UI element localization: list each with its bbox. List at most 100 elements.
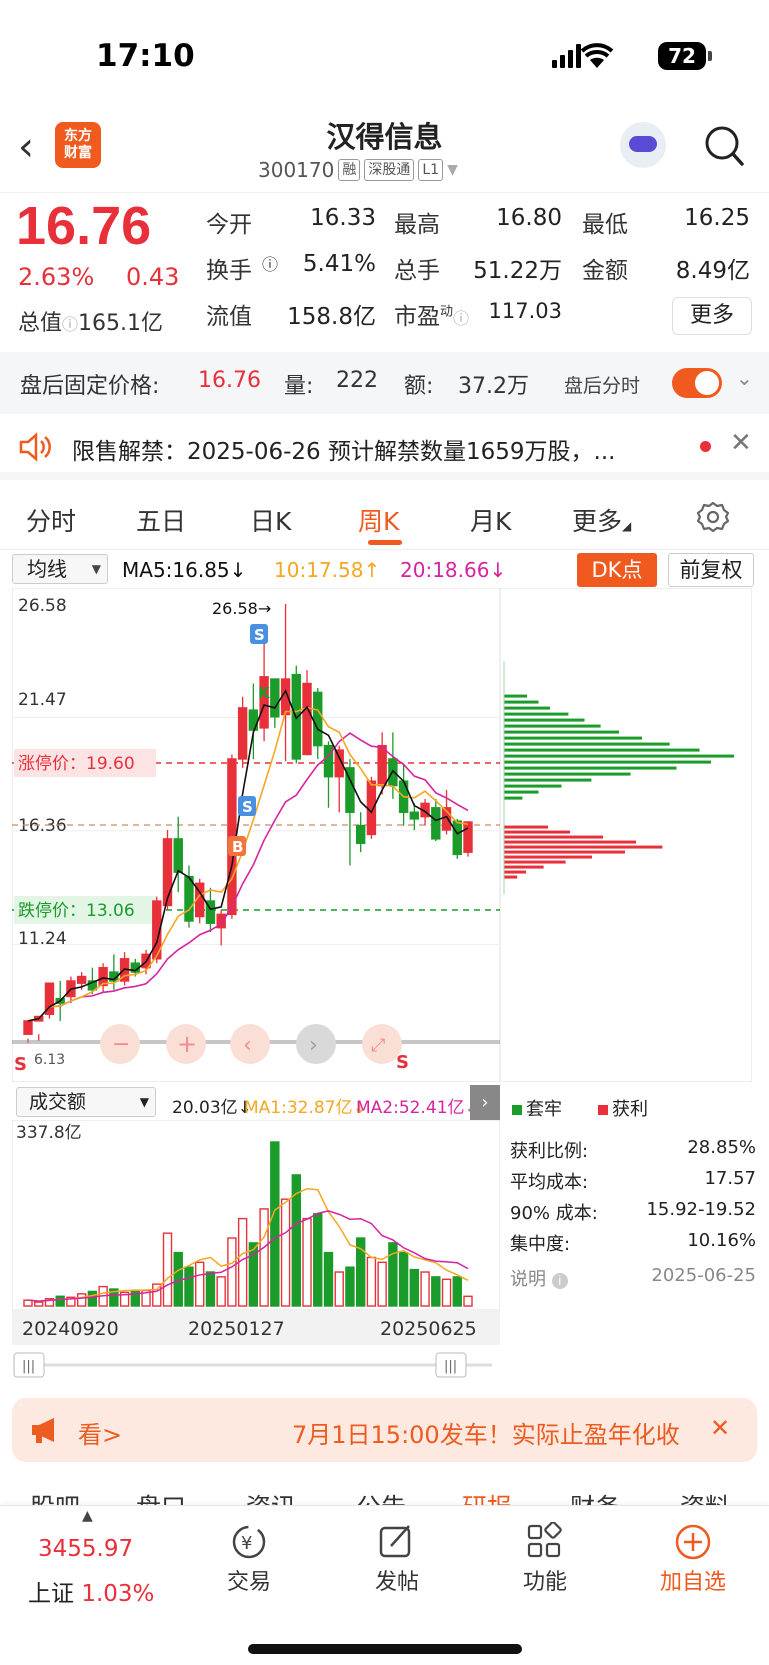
kline-chart[interactable]: 26.58 21.47 16.36 11.24 涨停价：19.60 跌停价：13… <box>12 588 752 1082</box>
volume-bar <box>334 1271 344 1307</box>
notice-bar[interactable]: 限售解禁：2025-06-26 预计解禁数量1659万股，... ✕ <box>0 414 769 480</box>
unread-dot <box>700 441 711 452</box>
plus-icon: + <box>177 1030 197 1058</box>
caret-icon: ◢ <box>622 519 632 533</box>
peak-label: 26.58→ <box>212 599 271 618</box>
volume-bar <box>366 1256 377 1307</box>
chip-bar-trapped <box>504 790 539 794</box>
speaker-icon <box>19 432 51 462</box>
volume-bar <box>409 1268 420 1307</box>
indicator-select[interactable]: 均线 ▼ <box>12 554 108 584</box>
legend-swatch-red <box>598 1105 608 1115</box>
volume-bar <box>34 1301 44 1307</box>
tab-weekly-k[interactable]: 周K <box>358 502 399 538</box>
signal-s-bottom: S <box>14 1054 27 1075</box>
legend-profit: 获利 <box>598 1095 648 1121</box>
nav-add-watchlist[interactable]: 加自选 <box>648 1520 738 1596</box>
after-hours-toggle[interactable] <box>672 368 722 398</box>
info-icon[interactable]: ⓘ <box>453 309 469 328</box>
info-icon[interactable]: ⓘ <box>262 251 278 275</box>
chip-bar-trapped <box>504 754 734 758</box>
volume-bar <box>259 1208 269 1307</box>
info-icon[interactable]: ⓘ <box>62 315 78 334</box>
index-value[interactable]: 3455.97 <box>38 1536 133 1562</box>
candle-body <box>162 838 173 907</box>
chip-bar-trapped <box>504 700 539 704</box>
caret-down-icon: ▼ <box>139 1095 149 1109</box>
stat-avg-cost: 平均成本: 17.57 <box>510 1168 756 1194</box>
y-label-2: 21.47 <box>18 690 67 710</box>
search-icon[interactable] <box>704 124 744 168</box>
nav-functions[interactable]: 功能 <box>500 1520 590 1596</box>
assistant-robot-icon[interactable] <box>620 122 666 168</box>
close-icon[interactable]: ✕ <box>730 428 752 458</box>
candle-body <box>173 838 183 873</box>
y-label-3: 16.36 <box>18 816 67 836</box>
status-time: 17:10 <box>96 38 195 74</box>
chip-bar-profit <box>504 835 603 839</box>
stat-concentration: 集中度: 10.16% <box>510 1230 756 1256</box>
volume-indicator-select[interactable]: 成交额 ▼ <box>16 1087 156 1117</box>
turnover-value: 5.41% <box>302 251 376 277</box>
chip-bar-trapped <box>504 772 631 776</box>
settings-gear-icon[interactable] <box>696 500 730 534</box>
after-hours-vol: 222 <box>336 368 378 393</box>
nav-functions-label: 功能 <box>522 1570 567 1595</box>
adjust-button[interactable]: 前复权 <box>668 553 754 587</box>
low-label: 最低 <box>582 212 628 238</box>
chip-bar-trapped <box>504 736 642 740</box>
home-indicator <box>248 1644 522 1654</box>
close-icon[interactable]: ✕ <box>710 1414 730 1442</box>
stat-label: 获利比例: <box>510 1141 589 1162</box>
chip-bar-profit <box>504 830 570 834</box>
tab-five-day[interactable]: 五日 <box>136 502 186 538</box>
high-label: 最高 <box>394 212 440 238</box>
chip-bar-trapped <box>504 766 677 770</box>
indicator-select-label: 均线 <box>27 557 67 581</box>
y-label-low: 6.13 <box>34 1052 65 1068</box>
after-hours-price: 16.76 <box>198 368 261 393</box>
stat-value: 17.57 <box>704 1168 756 1189</box>
volume-chart[interactable]: 337.8亿 20240920 20250127 20250625 <box>12 1120 500 1345</box>
candle-body <box>184 875 194 922</box>
nav-trade[interactable]: ¥ 交易 <box>204 1520 294 1596</box>
market-cap: 总值ⓘ165.1亿 <box>18 305 163 337</box>
tab-timeshare[interactable]: 分时 <box>26 502 76 538</box>
chip-note[interactable]: 说明 i 2025-06-25 <box>510 1265 756 1291</box>
tab-more[interactable]: 更多◢ <box>572 502 631 538</box>
info-icon: i <box>551 1273 568 1289</box>
pe-sup: 动 <box>440 304 454 320</box>
vol-ma1-text: MA1:32.87亿 <box>244 1098 353 1118</box>
tab-daily-k[interactable]: 日K <box>250 502 291 538</box>
nav-post[interactable]: 发帖 <box>352 1520 442 1596</box>
after-hours-vol-label: 量: <box>284 374 314 399</box>
caret-down-icon[interactable]: ▼ <box>447 162 458 178</box>
chip-bar-trapped <box>504 778 592 782</box>
candle-body <box>431 807 441 840</box>
chip-bar-profit <box>504 840 636 844</box>
volume-bar <box>452 1276 462 1307</box>
volume-bar <box>377 1261 387 1307</box>
megaphone-icon <box>32 1418 54 1443</box>
expand-right-button[interactable]: › <box>470 1085 500 1121</box>
volume-bar <box>345 1266 355 1307</box>
peak-value: 26.58 <box>212 599 258 618</box>
signal-s-text-2: S <box>242 798 253 816</box>
range-scrollbar[interactable]: ||| ||| <box>12 1350 500 1380</box>
tag-level: L1 <box>418 159 444 181</box>
tab-monthly-k[interactable]: 月K <box>470 502 511 538</box>
index-info[interactable]: 上证 1.03% <box>28 1574 154 1608</box>
more-button[interactable]: 更多 <box>672 297 752 335</box>
volume-bar <box>184 1266 194 1307</box>
candle-body <box>237 707 248 760</box>
promo-banner[interactable]: 看> 7月1日15:00发车！实际止盈年化收 ✕ <box>12 1398 757 1462</box>
candle-body <box>270 678 280 718</box>
minus-icon: − <box>112 1032 130 1057</box>
dk-point-button[interactable]: DK点 <box>577 553 657 587</box>
stock-code: 300170 <box>258 158 335 182</box>
amount-label: 金额 <box>582 258 628 284</box>
stat-label: 90% 成本: <box>510 1203 598 1224</box>
y-label-top: 26.58 <box>18 596 67 616</box>
candle-body <box>377 744 387 787</box>
chevron-down-icon[interactable]: ⌄ <box>736 366 753 390</box>
